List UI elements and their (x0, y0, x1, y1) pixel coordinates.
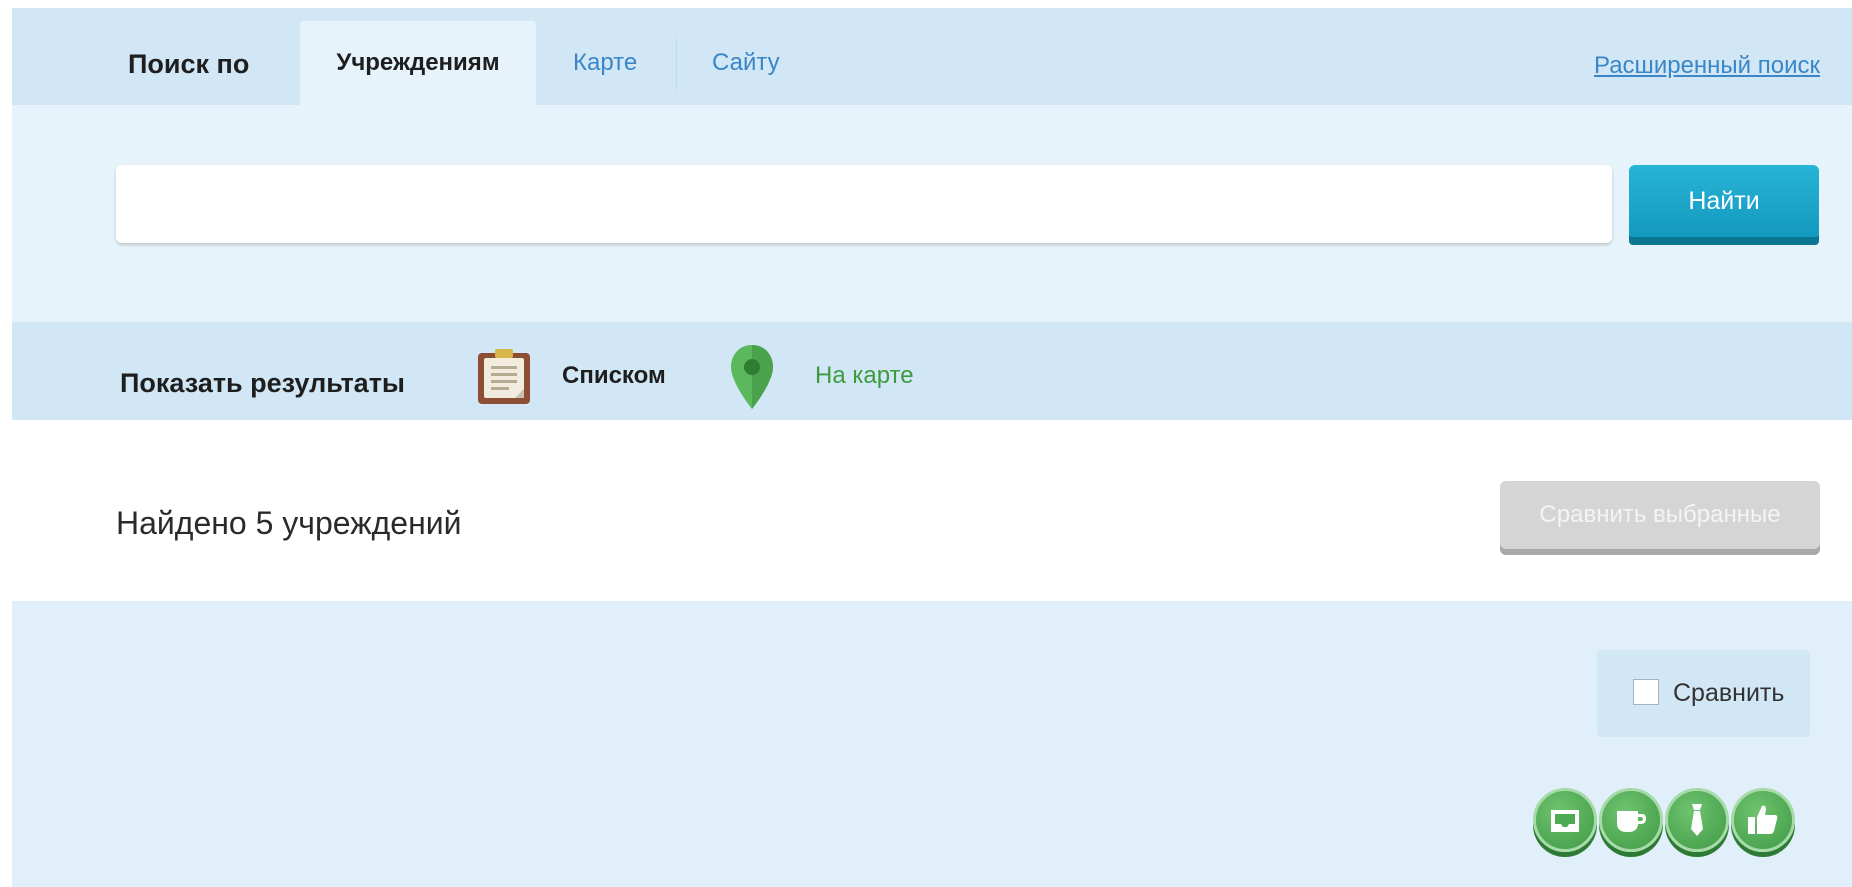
thumbs-up-icon[interactable] (1731, 788, 1795, 852)
search-by-label: Поиск по (128, 49, 250, 79)
show-results-label: Показать результаты (120, 368, 405, 398)
tab-site[interactable]: Сайту (712, 21, 780, 105)
clipboard-icon[interactable] (477, 347, 531, 410)
tab-divider (676, 38, 677, 90)
tie-icon[interactable] (1665, 788, 1729, 852)
tab-map[interactable]: Карте (573, 21, 637, 105)
compare-toggle[interactable]: Сравнить (1597, 650, 1810, 737)
tab-institutions[interactable]: Учреждениям (300, 21, 536, 105)
search-panel: Найти (12, 105, 1852, 322)
search-tabs-bar: Поиск по Учреждениям Карте Сайту Расшире… (12, 8, 1852, 105)
advanced-search-link[interactable]: Расширенный поиск (1594, 52, 1820, 80)
compare-label: Сравнить (1673, 679, 1785, 707)
view-list-option[interactable]: Списком (562, 362, 666, 390)
compare-checkbox[interactable] (1633, 679, 1659, 705)
found-count: Найдено 5 учреждений (116, 505, 462, 541)
search-input[interactable] (116, 165, 1612, 243)
map-pin-icon[interactable] (729, 343, 775, 416)
result-item: Сравнить (12, 601, 1852, 887)
find-button[interactable]: Найти (1629, 165, 1819, 237)
page: Поиск по Учреждениям Карте Сайту Расшире… (0, 0, 1852, 887)
view-mode-bar: Показать результаты Списком На карте (12, 322, 1852, 420)
view-map-option[interactable]: На карте (815, 362, 914, 390)
compare-selected-button[interactable]: Сравнить выбранные (1500, 481, 1820, 549)
tray-icon[interactable] (1533, 788, 1597, 852)
cup-icon[interactable] (1599, 788, 1663, 852)
